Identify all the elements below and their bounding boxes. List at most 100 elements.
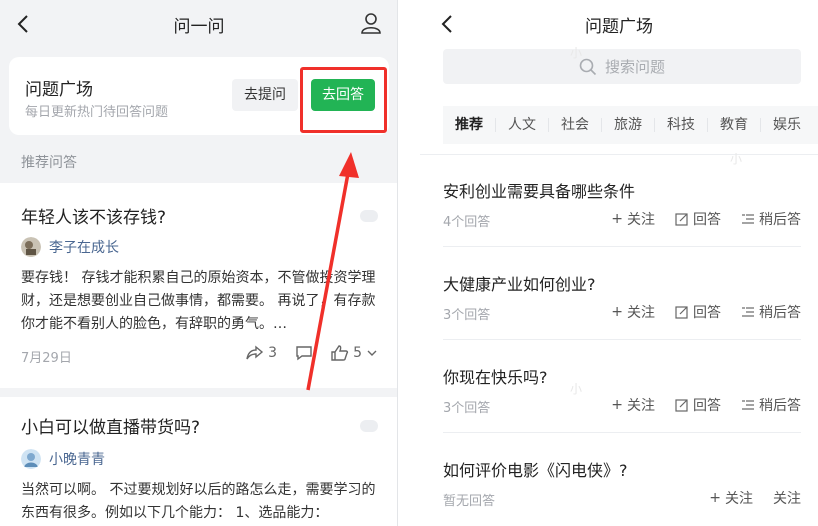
comment-action[interactable] bbox=[295, 345, 313, 361]
avatar bbox=[21, 449, 41, 469]
list-icon bbox=[742, 400, 754, 410]
question-title[interactable]: 你现在快乐吗? bbox=[443, 364, 548, 388]
question-item[interactable]: 大健康产业如何创业? 3个回答 + 关注 回答 稍后答 bbox=[443, 248, 801, 340]
answer-later-button[interactable]: 稍后答 bbox=[741, 395, 801, 415]
question-item[interactable]: 如何评价电影《闪电侠》? 暂无回答 + 关注 关注 bbox=[443, 434, 801, 526]
question-square-subtitle: 每日更新热门待回答问题 bbox=[25, 105, 169, 120]
share-count: 3 bbox=[268, 345, 278, 361]
post-actions: 3 5 bbox=[234, 345, 378, 361]
list-icon bbox=[742, 214, 754, 224]
watermark: 小 bbox=[570, 46, 583, 60]
search-input[interactable]: 搜索问题 bbox=[443, 49, 801, 84]
question-actions: + 关注 回答 稍后答 bbox=[611, 395, 801, 415]
tab-humanities[interactable]: 人文 bbox=[495, 118, 548, 132]
post-title[interactable]: 小白可以做直播带货吗? bbox=[21, 413, 200, 438]
follow-button[interactable]: + 关注 bbox=[611, 395, 655, 415]
answer-count: 3个回答 bbox=[443, 401, 491, 416]
category-tabs: 推荐 人文 社会 旅游 科技 教育 娱乐 bbox=[443, 112, 818, 138]
divider bbox=[443, 339, 801, 340]
right-screen: 问题广场 搜索问题 推荐 人文 社会 旅游 科技 教育 娱乐 安利创业需要具备哪… bbox=[420, 0, 818, 526]
post-author[interactable]: 小晚青青 bbox=[21, 449, 105, 469]
tab-recommended[interactable]: 推荐 bbox=[443, 118, 495, 132]
highlight-box bbox=[300, 67, 387, 133]
divider bbox=[443, 246, 801, 247]
comment-icon bbox=[296, 346, 312, 361]
section-label-recommended: 推荐问答 bbox=[21, 155, 77, 171]
author-name: 李子在成长 bbox=[49, 240, 119, 256]
watermark: 小 bbox=[730, 152, 743, 166]
share-action[interactable]: 3 bbox=[246, 345, 277, 361]
share-icon bbox=[246, 345, 264, 360]
tab-technology[interactable]: 科技 bbox=[654, 118, 707, 132]
ask-question-button[interactable]: 去提问 bbox=[232, 79, 298, 111]
plus-icon: + bbox=[709, 490, 721, 506]
thumbs-up-icon bbox=[331, 345, 349, 361]
avatar bbox=[21, 237, 41, 257]
dismiss-icon[interactable] bbox=[360, 210, 378, 222]
top-bar: 问一问 bbox=[0, 0, 397, 48]
search-placeholder: 搜索问题 bbox=[604, 58, 665, 76]
later-label: 稍后答 bbox=[759, 305, 801, 321]
question-item[interactable]: 安利创业需要具备哪些条件 4个回答 + 关注 回答 稍后答 bbox=[443, 155, 801, 247]
answer-card[interactable]: 年轻人该不该存钱? 李子在成长 要存钱！ 存钱才能积累自己的原始资本，不管做投资… bbox=[0, 183, 397, 388]
question-actions: + 关注 回答 稍后答 bbox=[611, 209, 801, 229]
question-actions: + 关注 回答 稍后答 bbox=[611, 302, 801, 322]
watermark: 小 bbox=[570, 382, 583, 396]
follow-button-secondary[interactable]: 关注 bbox=[773, 488, 801, 508]
author-name: 小晚青青 bbox=[49, 452, 105, 468]
tab-society[interactable]: 社会 bbox=[548, 118, 601, 132]
edit-icon bbox=[675, 306, 688, 319]
later-label: 稍后答 bbox=[759, 398, 801, 414]
chevron-down-icon[interactable] bbox=[366, 348, 378, 358]
plus-icon: + bbox=[611, 397, 623, 413]
answer-count: 3个回答 bbox=[443, 308, 491, 323]
follow-label: 关注 bbox=[773, 491, 801, 507]
post-excerpt[interactable]: 要存钱！ 存钱才能积累自己的原始资本，不管做投资学理财，还是想要创业自己做事情，… bbox=[21, 267, 379, 336]
later-label: 稍后答 bbox=[759, 212, 801, 228]
follow-label: 关注 bbox=[627, 212, 655, 228]
answer-label: 回答 bbox=[693, 398, 721, 414]
post-author[interactable]: 李子在成长 bbox=[21, 237, 119, 257]
answer-card[interactable]: 小白可以做直播带货吗? 小晚青青 当然可以啊。 不过要规划好以后的路怎么走，需要… bbox=[0, 397, 397, 526]
like-action[interactable]: 5 bbox=[331, 345, 378, 361]
answer-label: 回答 bbox=[693, 305, 721, 321]
list-icon bbox=[742, 307, 754, 317]
follow-label: 关注 bbox=[627, 305, 655, 321]
follow-button[interactable]: + 关注 bbox=[611, 302, 655, 322]
answer-count: 4个回答 bbox=[443, 215, 491, 230]
page-title: 问一问 bbox=[173, 17, 225, 37]
tab-entertainment[interactable]: 娱乐 bbox=[760, 118, 813, 132]
question-title[interactable]: 安利创业需要具备哪些条件 bbox=[443, 178, 635, 202]
left-screen: 问一问 问题广场 每日更新热门待回答问题 去提问 去回答 推荐问答 年轻人该不该… bbox=[0, 0, 398, 526]
answer-count: 暂无回答 bbox=[443, 494, 496, 509]
answer-button[interactable]: 回答 bbox=[675, 209, 721, 229]
tab-travel[interactable]: 旅游 bbox=[601, 118, 654, 132]
question-item[interactable]: 你现在快乐吗? 3个回答 + 关注 回答 稍后答 bbox=[443, 341, 801, 433]
dismiss-icon[interactable] bbox=[360, 420, 378, 432]
tab-education[interactable]: 教育 bbox=[707, 118, 760, 132]
post-date: 7月29日 bbox=[21, 351, 72, 366]
answer-button[interactable]: 回答 bbox=[675, 302, 721, 322]
post-title[interactable]: 年轻人该不该存钱? bbox=[21, 203, 166, 228]
answer-later-button[interactable]: 稍后答 bbox=[741, 209, 801, 229]
answer-later-button[interactable]: 稍后答 bbox=[741, 302, 801, 322]
question-title[interactable]: 大健康产业如何创业? bbox=[443, 271, 596, 295]
question-title[interactable]: 如何评价电影《闪电侠》? bbox=[443, 457, 628, 481]
page-title: 问题广场 bbox=[585, 17, 653, 37]
question-square-title: 问题广场 bbox=[25, 80, 93, 100]
answer-label: 回答 bbox=[693, 212, 721, 228]
edit-icon bbox=[675, 399, 688, 412]
plus-icon: + bbox=[611, 304, 623, 320]
edit-icon bbox=[675, 213, 688, 226]
like-count: 5 bbox=[353, 345, 362, 361]
follow-button[interactable]: + 关注 bbox=[709, 488, 753, 508]
plus-icon: + bbox=[611, 211, 623, 227]
follow-label: 关注 bbox=[627, 398, 655, 414]
follow-button[interactable]: + 关注 bbox=[611, 209, 655, 229]
post-excerpt[interactable]: 当然可以啊。 不过要规划好以后的路怎么走，需要学习的东西有很多。例如以下几个能力… bbox=[21, 479, 379, 525]
user-icon[interactable] bbox=[360, 12, 382, 34]
answer-button[interactable]: 回答 bbox=[675, 395, 721, 415]
divider bbox=[443, 432, 801, 433]
question-actions: + 关注 关注 bbox=[709, 488, 801, 508]
follow-label: 关注 bbox=[725, 491, 753, 507]
